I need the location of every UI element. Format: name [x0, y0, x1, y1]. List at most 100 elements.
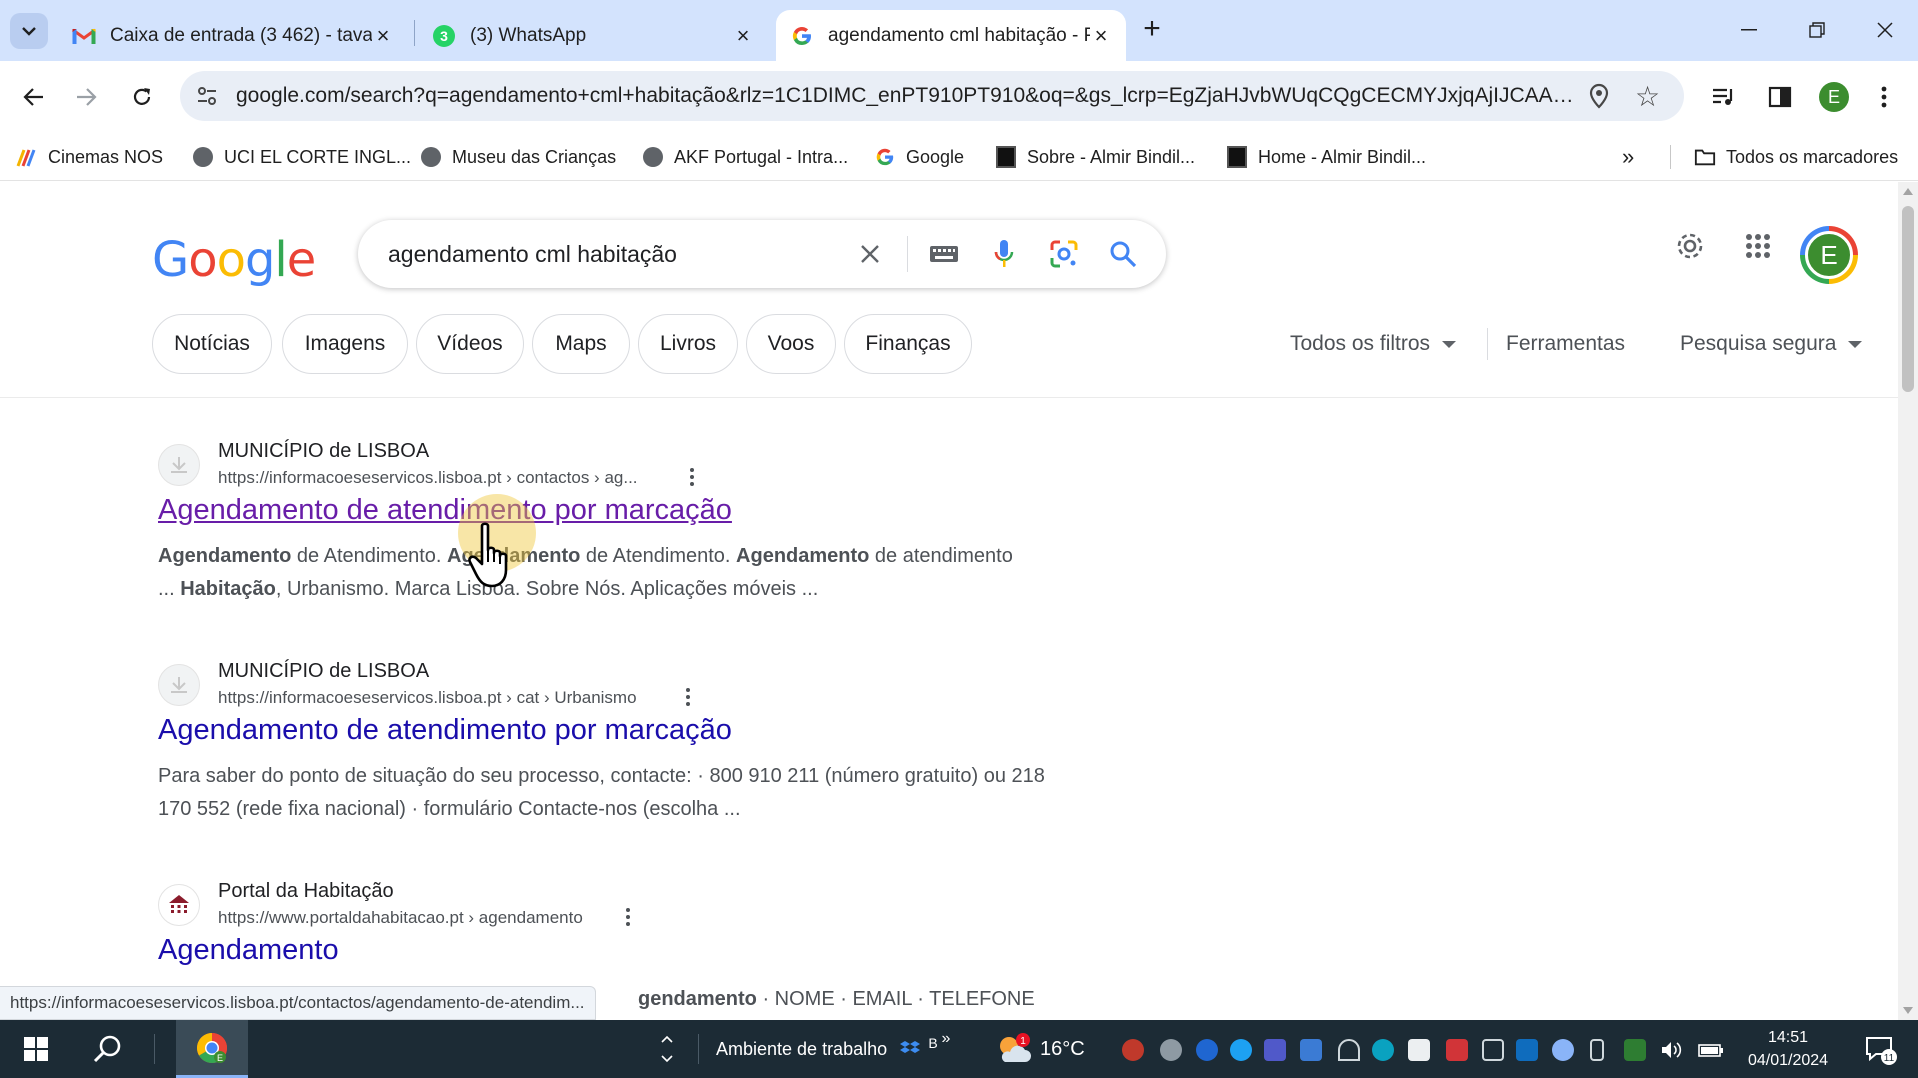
result-url: https://informacoeseservicos.lisboa.pt ›… — [218, 688, 637, 707]
tab-google-search[interactable]: agendamento cml habitação - P × — [776, 10, 1126, 61]
scroll-up-arrow-icon[interactable] — [1903, 188, 1913, 195]
notification-center-button[interactable]: 11 — [1856, 1020, 1906, 1078]
result-title-link[interactable]: Agendamento de atendimento por marcação — [158, 494, 732, 527]
search-taskbar-button[interactable] — [86, 1020, 130, 1078]
search-icon — [93, 1035, 121, 1063]
wifi-tray-icon[interactable] — [1338, 1039, 1360, 1061]
chip-imagens[interactable]: Imagens — [282, 314, 408, 374]
search-input[interactable] — [388, 236, 868, 272]
result-site-name: Portal da Habitação — [218, 880, 394, 902]
voice-search-button[interactable] — [984, 234, 1024, 274]
chip-videos[interactable]: Vídeos — [416, 314, 524, 374]
start-button[interactable] — [14, 1020, 58, 1078]
security-shield-icon[interactable] — [1624, 1039, 1646, 1061]
bookmark-sobre-almir[interactable]: Sobre - Almir Bindil... — [995, 143, 1195, 171]
google-logo[interactable]: Google — [152, 232, 316, 288]
media-controls-button[interactable] — [1702, 75, 1746, 119]
all-bookmarks-button[interactable]: Todos os marcadores — [1694, 143, 1898, 171]
double-chevron-right-icon: » — [1622, 144, 1635, 169]
clear-search-button[interactable] — [850, 234, 890, 274]
onedrive-tray-icon[interactable] — [1552, 1039, 1574, 1061]
notification-count: 11 — [1884, 1053, 1895, 1064]
ie-tray-icon[interactable] — [1372, 1039, 1394, 1061]
bookmarks-overflow-button[interactable]: » — [1622, 143, 1634, 171]
scrollbar-thumb[interactable] — [1902, 206, 1914, 392]
bookmark-akf-portugal[interactable]: AKF Portugal - Intra... — [642, 143, 848, 171]
close-tab-icon[interactable]: × — [732, 24, 754, 47]
tab-search-button[interactable] — [10, 13, 48, 49]
new-tab-button[interactable]: + — [1136, 14, 1168, 46]
result-more-button[interactable] — [682, 464, 702, 490]
result-url: https://informacoeseservicos.lisboa.pt ›… — [218, 468, 638, 487]
side-panel-button[interactable] — [1758, 75, 1802, 119]
bookmark-star-icon[interactable]: ☆ — [1635, 80, 1660, 113]
anydesk-tray-icon[interactable] — [1446, 1039, 1468, 1061]
profile-button[interactable]: E — [1812, 75, 1856, 119]
all-filters-dropdown[interactable]: Todos os filtros — [1290, 332, 1457, 356]
search-submit-button[interactable] — [1103, 234, 1143, 274]
edge-tray-icon[interactable] — [1230, 1039, 1252, 1061]
chip-voos[interactable]: Voos — [746, 314, 836, 374]
bookmark-museu-criancas[interactable]: Museu das Crianças — [420, 143, 616, 171]
forward-button[interactable] — [64, 75, 108, 119]
desktop-toolbar[interactable]: Ambiente de trabalho — [716, 1020, 887, 1078]
bookmark-cinemas-nos[interactable]: Cinemas NOS — [16, 143, 163, 171]
result-more-button[interactable] — [678, 684, 698, 710]
reload-button[interactable] — [120, 75, 164, 119]
camera-tray-icon[interactable] — [1482, 1039, 1504, 1061]
google-apps-button[interactable] — [1734, 222, 1782, 270]
bluetooth-tray-icon[interactable] — [1196, 1039, 1218, 1061]
usb-tray-icon[interactable] — [1590, 1039, 1604, 1061]
result-title-link[interactable]: Agendamento — [158, 934, 339, 967]
restore-button[interactable] — [1792, 10, 1842, 50]
system-clock[interactable]: 14:51 04/01/2024 — [1738, 1026, 1838, 1072]
caret-down-icon — [1848, 340, 1863, 348]
close-tab-icon[interactable]: × — [1090, 24, 1112, 47]
recording-tray-icon[interactable] — [1122, 1039, 1144, 1061]
tab-whatsapp[interactable]: 3 (3) WhatsApp × — [418, 10, 768, 61]
minimize-button[interactable] — [1724, 10, 1774, 50]
outlook-tray-icon[interactable] — [1516, 1039, 1538, 1061]
page-scrollbar[interactable] — [1898, 182, 1918, 1020]
keyboard-button[interactable] — [924, 234, 964, 274]
weather-widget[interactable]: 1 — [994, 1020, 1034, 1078]
skype-tray-icon[interactable] — [1160, 1039, 1182, 1061]
close-window-button[interactable] — [1860, 10, 1910, 50]
tools-button[interactable]: Ferramentas — [1506, 332, 1625, 356]
tab-strip: Caixa de entrada (3 462) - tavar × 3 (3)… — [0, 0, 1918, 61]
bookmark-home-almir[interactable]: Home - Almir Bindil... — [1226, 143, 1426, 171]
dropbox-tray[interactable] — [896, 1020, 924, 1078]
close-tab-icon[interactable]: × — [372, 24, 394, 47]
settings-button[interactable] — [1666, 222, 1714, 270]
address-bar[interactable]: google.com/search?q=agendamento+cml+habi… — [180, 71, 1684, 121]
network-tray-icon[interactable] — [1408, 1039, 1430, 1061]
chrome-menu-button[interactable] — [1862, 75, 1906, 119]
scroll-down-arrow-icon[interactable] — [1903, 1007, 1913, 1014]
bookmark-google[interactable]: Google — [874, 143, 964, 171]
chip-maps[interactable]: Maps — [532, 314, 630, 374]
chip-livros[interactable]: Livros — [638, 314, 738, 374]
chip-noticias[interactable]: Notícias — [152, 314, 272, 374]
site-info-icon[interactable] — [194, 83, 220, 109]
taskbar-scroll[interactable] — [656, 1020, 678, 1078]
safe-search-dropdown[interactable]: Pesquisa segura — [1680, 332, 1863, 356]
result-snippet: Para saber do ponto de situação do seu p… — [158, 765, 1045, 820]
teams-tray-icon[interactable] — [1264, 1039, 1286, 1061]
notification-icon: 11 — [1866, 1037, 1897, 1065]
bookmark-uci[interactable]: UCI EL CORTE INGL... — [192, 143, 411, 171]
location-pin-icon[interactable] — [1588, 83, 1610, 114]
account-avatar-button[interactable]: E — [1800, 226, 1858, 284]
lens-search-button[interactable] — [1044, 234, 1084, 274]
result-more-button[interactable] — [618, 904, 638, 930]
url-text[interactable]: google.com/search?q=agendamento+cml+habi… — [236, 84, 1576, 108]
battery-icon[interactable] — [1698, 1039, 1723, 1061]
tab-gmail[interactable]: Caixa de entrada (3 462) - tavar × — [58, 10, 408, 61]
chip-financas[interactable]: Finanças — [844, 314, 972, 374]
volume-icon[interactable] — [1660, 1039, 1682, 1061]
app-tray-icon[interactable] — [1300, 1039, 1322, 1061]
result-title-link[interactable]: Agendamento de atendimento por marcação — [158, 714, 732, 747]
site-icon — [996, 146, 1016, 168]
more-icons-chevron[interactable]: » — [938, 1010, 954, 1068]
back-button[interactable] — [12, 75, 56, 119]
chrome-taskbar-button[interactable]: E — [176, 1020, 248, 1078]
